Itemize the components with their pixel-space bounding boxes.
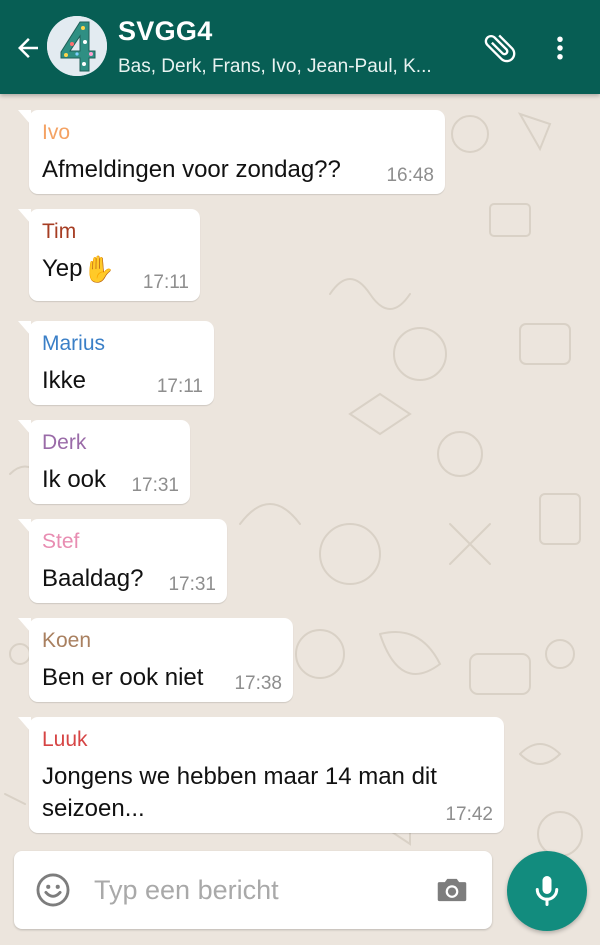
message-bubble[interactable]: Stef Baaldag? 17:31 — [18, 519, 227, 603]
message-bubble[interactable]: Tim Yep✋ 17:11 — [18, 209, 200, 301]
message-bubble[interactable]: Marius Ikke 17:11 — [18, 321, 214, 405]
message-sender: Tim — [42, 220, 77, 243]
camera-button[interactable] — [432, 871, 472, 909]
message-text: Afmeldingen voor zondag?? — [42, 156, 341, 183]
message-input[interactable] — [94, 871, 414, 909]
message-sender: Marius — [42, 332, 106, 355]
message-sender: Koen — [42, 629, 92, 652]
message-time: 17:38 — [234, 673, 282, 694]
paperclip-icon — [484, 34, 516, 63]
camera-icon — [437, 878, 467, 902]
emoji-button[interactable] — [34, 871, 72, 909]
back-arrow-icon — [18, 38, 38, 58]
chat-title[interactable]: SVGG4 — [118, 16, 213, 47]
message-time: 17:31 — [168, 574, 216, 595]
message-time: 17:11 — [156, 376, 203, 397]
group-members[interactable]: Bas, Derk, Frans, Ivo, Jean-Paul, K... — [118, 56, 463, 78]
back-button[interactable] — [8, 28, 48, 68]
chat-header: SVGG4 Bas, Derk, Frans, Ivo, Jean-Paul, … — [0, 0, 600, 94]
message-text: Yep — [42, 255, 83, 282]
message-bubble[interactable]: Koen Ben er ook niet 17:38 — [18, 618, 293, 702]
message-time: 16:48 — [386, 165, 434, 186]
message-time: 17:31 — [131, 475, 179, 496]
message-bubble[interactable]: Luuk Jongens we hebben maar 14 man dit s… — [18, 717, 504, 833]
raised-hand-emoji: ✋ — [82, 254, 115, 284]
more-options-button[interactable] — [538, 26, 582, 70]
message-composer — [14, 851, 492, 929]
message-sender: Ivo — [42, 121, 71, 144]
message-time: 17:42 — [445, 804, 493, 825]
message-sender: Stef — [42, 530, 80, 553]
message-bubble[interactable]: Derk Ik ook 17:31 — [18, 420, 190, 504]
message-bubble[interactable]: Ivo Afmeldingen voor zondag?? 16:48 — [18, 110, 445, 194]
message-text: Jongens we hebben maar 14 man dit seizoe… — [42, 763, 437, 822]
more-vertical-icon — [557, 36, 563, 60]
microphone-icon — [535, 876, 559, 906]
chat-background[interactable]: Ivo Afmeldingen voor zondag?? 16:48 Tim … — [0, 94, 600, 945]
attach-button[interactable] — [478, 26, 522, 70]
message-sender: Luuk — [42, 728, 88, 751]
message-time: 17:11 — [142, 272, 189, 293]
voice-record-button[interactable] — [507, 851, 587, 931]
emoji-icon — [36, 873, 70, 907]
group-avatar[interactable] — [47, 16, 107, 76]
avatar-four-icon — [47, 16, 107, 76]
message-sender: Derk — [42, 431, 87, 454]
